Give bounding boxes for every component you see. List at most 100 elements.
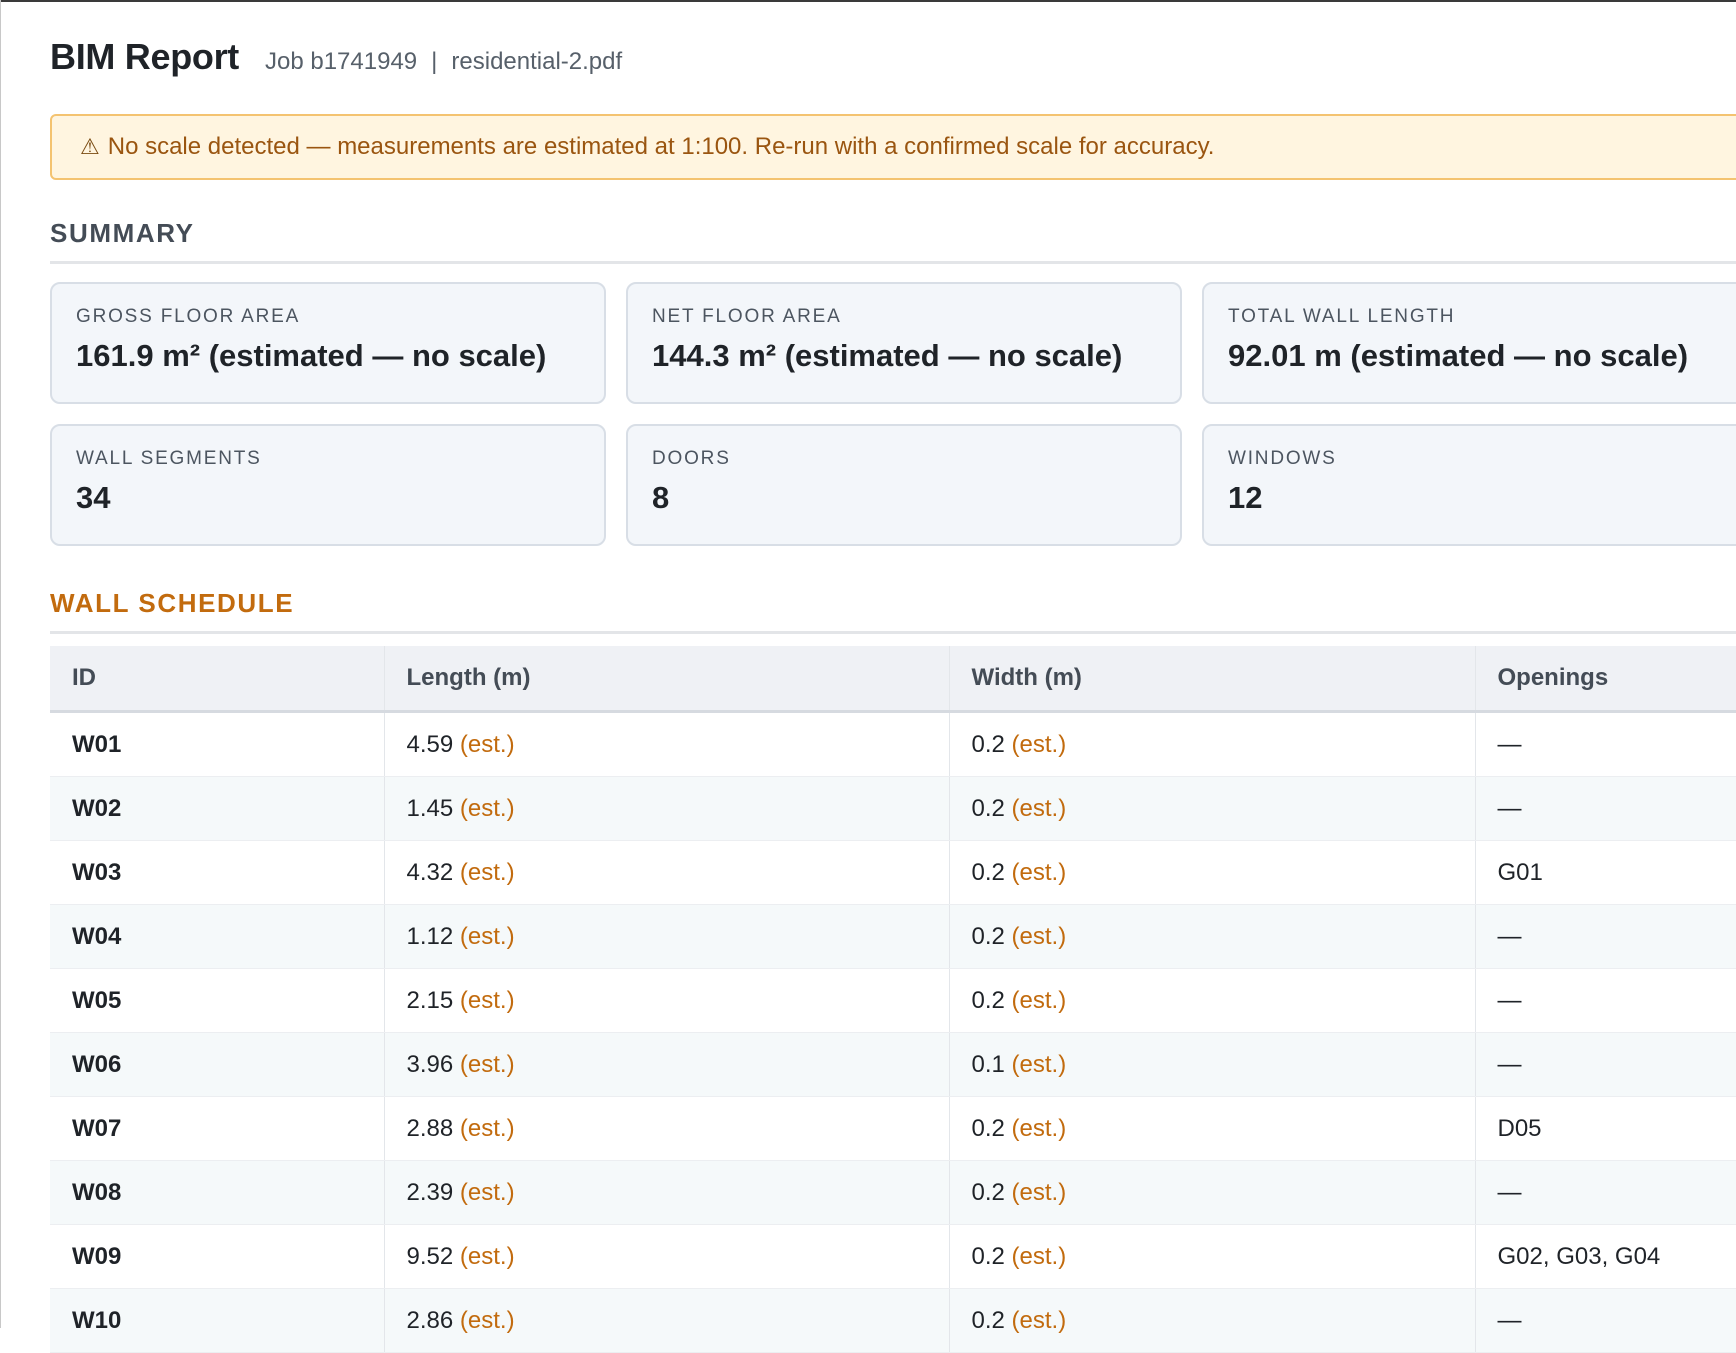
table-row: W10 2.86 (est.) 0.2 (est.) —: [50, 1288, 1736, 1353]
length-cell: 2.39 (est.): [383, 1160, 949, 1225]
estimated-marker: (est.): [1011, 858, 1067, 886]
length-value: 4.59: [406, 730, 454, 758]
card-label: GROSS FLOOR AREA: [76, 306, 301, 327]
length-value: 2.86: [406, 1306, 454, 1334]
length-value: 3.96: [406, 1050, 454, 1078]
wall-id-cell: W06: [50, 1032, 384, 1097]
estimated-marker: (est.): [459, 858, 515, 886]
width-value: 0.2: [971, 730, 1005, 758]
summary-card-total-wall-length: TOTAL WALL LENGTH 92.01 m (estimated — n…: [1202, 282, 1736, 404]
length-value: 9.52: [406, 1242, 454, 1270]
length-cell: 9.52 (est.): [383, 1224, 949, 1289]
job-meta: Job b1741949 | residential-2.pdf: [265, 48, 622, 76]
summary-card-wall-segments: WALL SEGMENTS 34: [50, 424, 606, 546]
estimated-marker: (est.): [1011, 1114, 1067, 1142]
length-cell: 2.86 (est.): [383, 1288, 949, 1353]
wall-schedule-heading: WALL SCHEDULE: [50, 588, 1736, 634]
no-scale-warning-banner: ⚠ No scale detected — measurements are e…: [50, 114, 1736, 180]
table-row: W09 9.52 (est.) 0.2 (est.) G02, G03, G04: [50, 1224, 1736, 1289]
table-header-row: ID Length (m) Width (m) Openings: [50, 646, 1736, 713]
wall-id-cell: W04: [50, 904, 384, 969]
source-file-name: residential-2.pdf: [451, 48, 623, 75]
length-cell: 3.96 (est.): [383, 1032, 949, 1097]
openings-cell: —: [1474, 1032, 1736, 1097]
length-cell: 1.12 (est.): [383, 904, 949, 969]
estimated-marker: (est.): [1011, 794, 1067, 822]
width-value: 0.1: [971, 1050, 1005, 1078]
width-cell: 0.2 (est.): [948, 1224, 1475, 1289]
wall-id-cell: W05: [50, 968, 384, 1033]
job-id: Job b1741949: [265, 48, 418, 75]
summary-card-windows: WINDOWS 12: [1202, 424, 1736, 546]
column-header-length[interactable]: Length (m): [383, 646, 949, 713]
wall-id-cell: W03: [50, 840, 384, 905]
width-cell: 0.2 (est.): [948, 1160, 1475, 1225]
wall-id-cell: W02: [50, 776, 384, 841]
openings-cell: D05: [1474, 1096, 1736, 1161]
width-value: 0.2: [971, 986, 1005, 1014]
wall-id-cell: W01: [50, 711, 384, 777]
card-value: 161.9 m² (estimated — no scale): [76, 338, 547, 373]
width-cell: 0.1 (est.): [948, 1032, 1475, 1097]
table-row: W04 1.12 (est.) 0.2 (est.) —: [50, 904, 1736, 969]
table-row: W01 4.59 (est.) 0.2 (est.) —: [50, 711, 1736, 777]
openings-cell: —: [1474, 1288, 1736, 1353]
estimated-marker: (est.): [459, 794, 515, 822]
length-value: 2.88: [406, 1114, 454, 1142]
warning-text: No scale detected — measurements are est…: [107, 133, 1215, 160]
length-value: 4.32: [406, 858, 454, 886]
table-row: W06 3.96 (est.) 0.1 (est.) —: [50, 1032, 1736, 1097]
width-value: 0.2: [971, 1114, 1005, 1142]
card-value: 8: [652, 480, 670, 515]
estimated-marker: (est.): [459, 1114, 515, 1142]
card-label: DOORS: [652, 448, 731, 469]
estimated-marker: (est.): [459, 986, 515, 1014]
report-header: BIM Report Job b1741949 | residential-2.pd…: [50, 36, 622, 78]
openings-cell: —: [1474, 776, 1736, 841]
width-cell: 0.2 (est.): [948, 904, 1475, 969]
column-header-id[interactable]: ID: [50, 646, 384, 713]
estimated-marker: (est.): [459, 1178, 515, 1206]
estimated-marker: (est.): [459, 1242, 515, 1270]
wall-schedule-table: ID Length (m) Width (m) Openings W01 4.59…: [50, 646, 1736, 1353]
openings-cell: —: [1474, 904, 1736, 969]
card-value: 12: [1228, 480, 1263, 515]
width-value: 0.2: [971, 1242, 1005, 1270]
length-cell: 4.32 (est.): [383, 840, 949, 905]
table-row: W08 2.39 (est.) 0.2 (est.) —: [50, 1160, 1736, 1225]
estimated-marker: (est.): [1011, 986, 1067, 1014]
summary-card-doors: DOORS 8: [626, 424, 1182, 546]
width-cell: 0.2 (est.): [948, 1288, 1475, 1353]
card-value: 34: [76, 480, 111, 515]
window-left-edge: [0, 0, 1, 1328]
estimated-marker: (est.): [1011, 1242, 1067, 1270]
column-header-openings[interactable]: Openings: [1474, 646, 1736, 713]
estimated-marker: (est.): [459, 730, 515, 758]
estimated-marker: (est.): [459, 1306, 515, 1334]
table-row: W05 2.15 (est.) 0.2 (est.) —: [50, 968, 1736, 1033]
length-value: 1.12: [406, 922, 454, 950]
summary-card-gross-floor-area: GROSS FLOOR AREA 161.9 m² (estimated — n…: [50, 282, 606, 404]
card-label: WINDOWS: [1228, 448, 1337, 469]
card-value: 144.3 m² (estimated — no scale): [652, 338, 1123, 373]
wall-id-cell: W08: [50, 1160, 384, 1225]
estimated-marker: (est.): [459, 922, 515, 950]
width-value: 0.2: [971, 794, 1005, 822]
length-value: 2.15: [406, 986, 454, 1014]
estimated-marker: (est.): [1011, 730, 1067, 758]
openings-cell: —: [1474, 968, 1736, 1033]
table-row: W07 2.88 (est.) 0.2 (est.) D05: [50, 1096, 1736, 1161]
width-value: 0.2: [971, 858, 1005, 886]
width-cell: 0.2 (est.): [948, 840, 1475, 905]
warning-icon: ⚠: [80, 134, 100, 160]
length-value: 1.45: [406, 794, 454, 822]
length-cell: 4.59 (est.): [383, 711, 949, 777]
width-cell: 0.2 (est.): [948, 711, 1475, 777]
wall-id-cell: W10: [50, 1288, 384, 1353]
page-title: BIM Report: [50, 36, 239, 77]
width-value: 0.2: [971, 1178, 1005, 1206]
column-header-width[interactable]: Width (m): [948, 646, 1475, 713]
card-label: TOTAL WALL LENGTH: [1228, 306, 1456, 327]
openings-cell: —: [1474, 711, 1736, 777]
wall-id-cell: W07: [50, 1096, 384, 1161]
